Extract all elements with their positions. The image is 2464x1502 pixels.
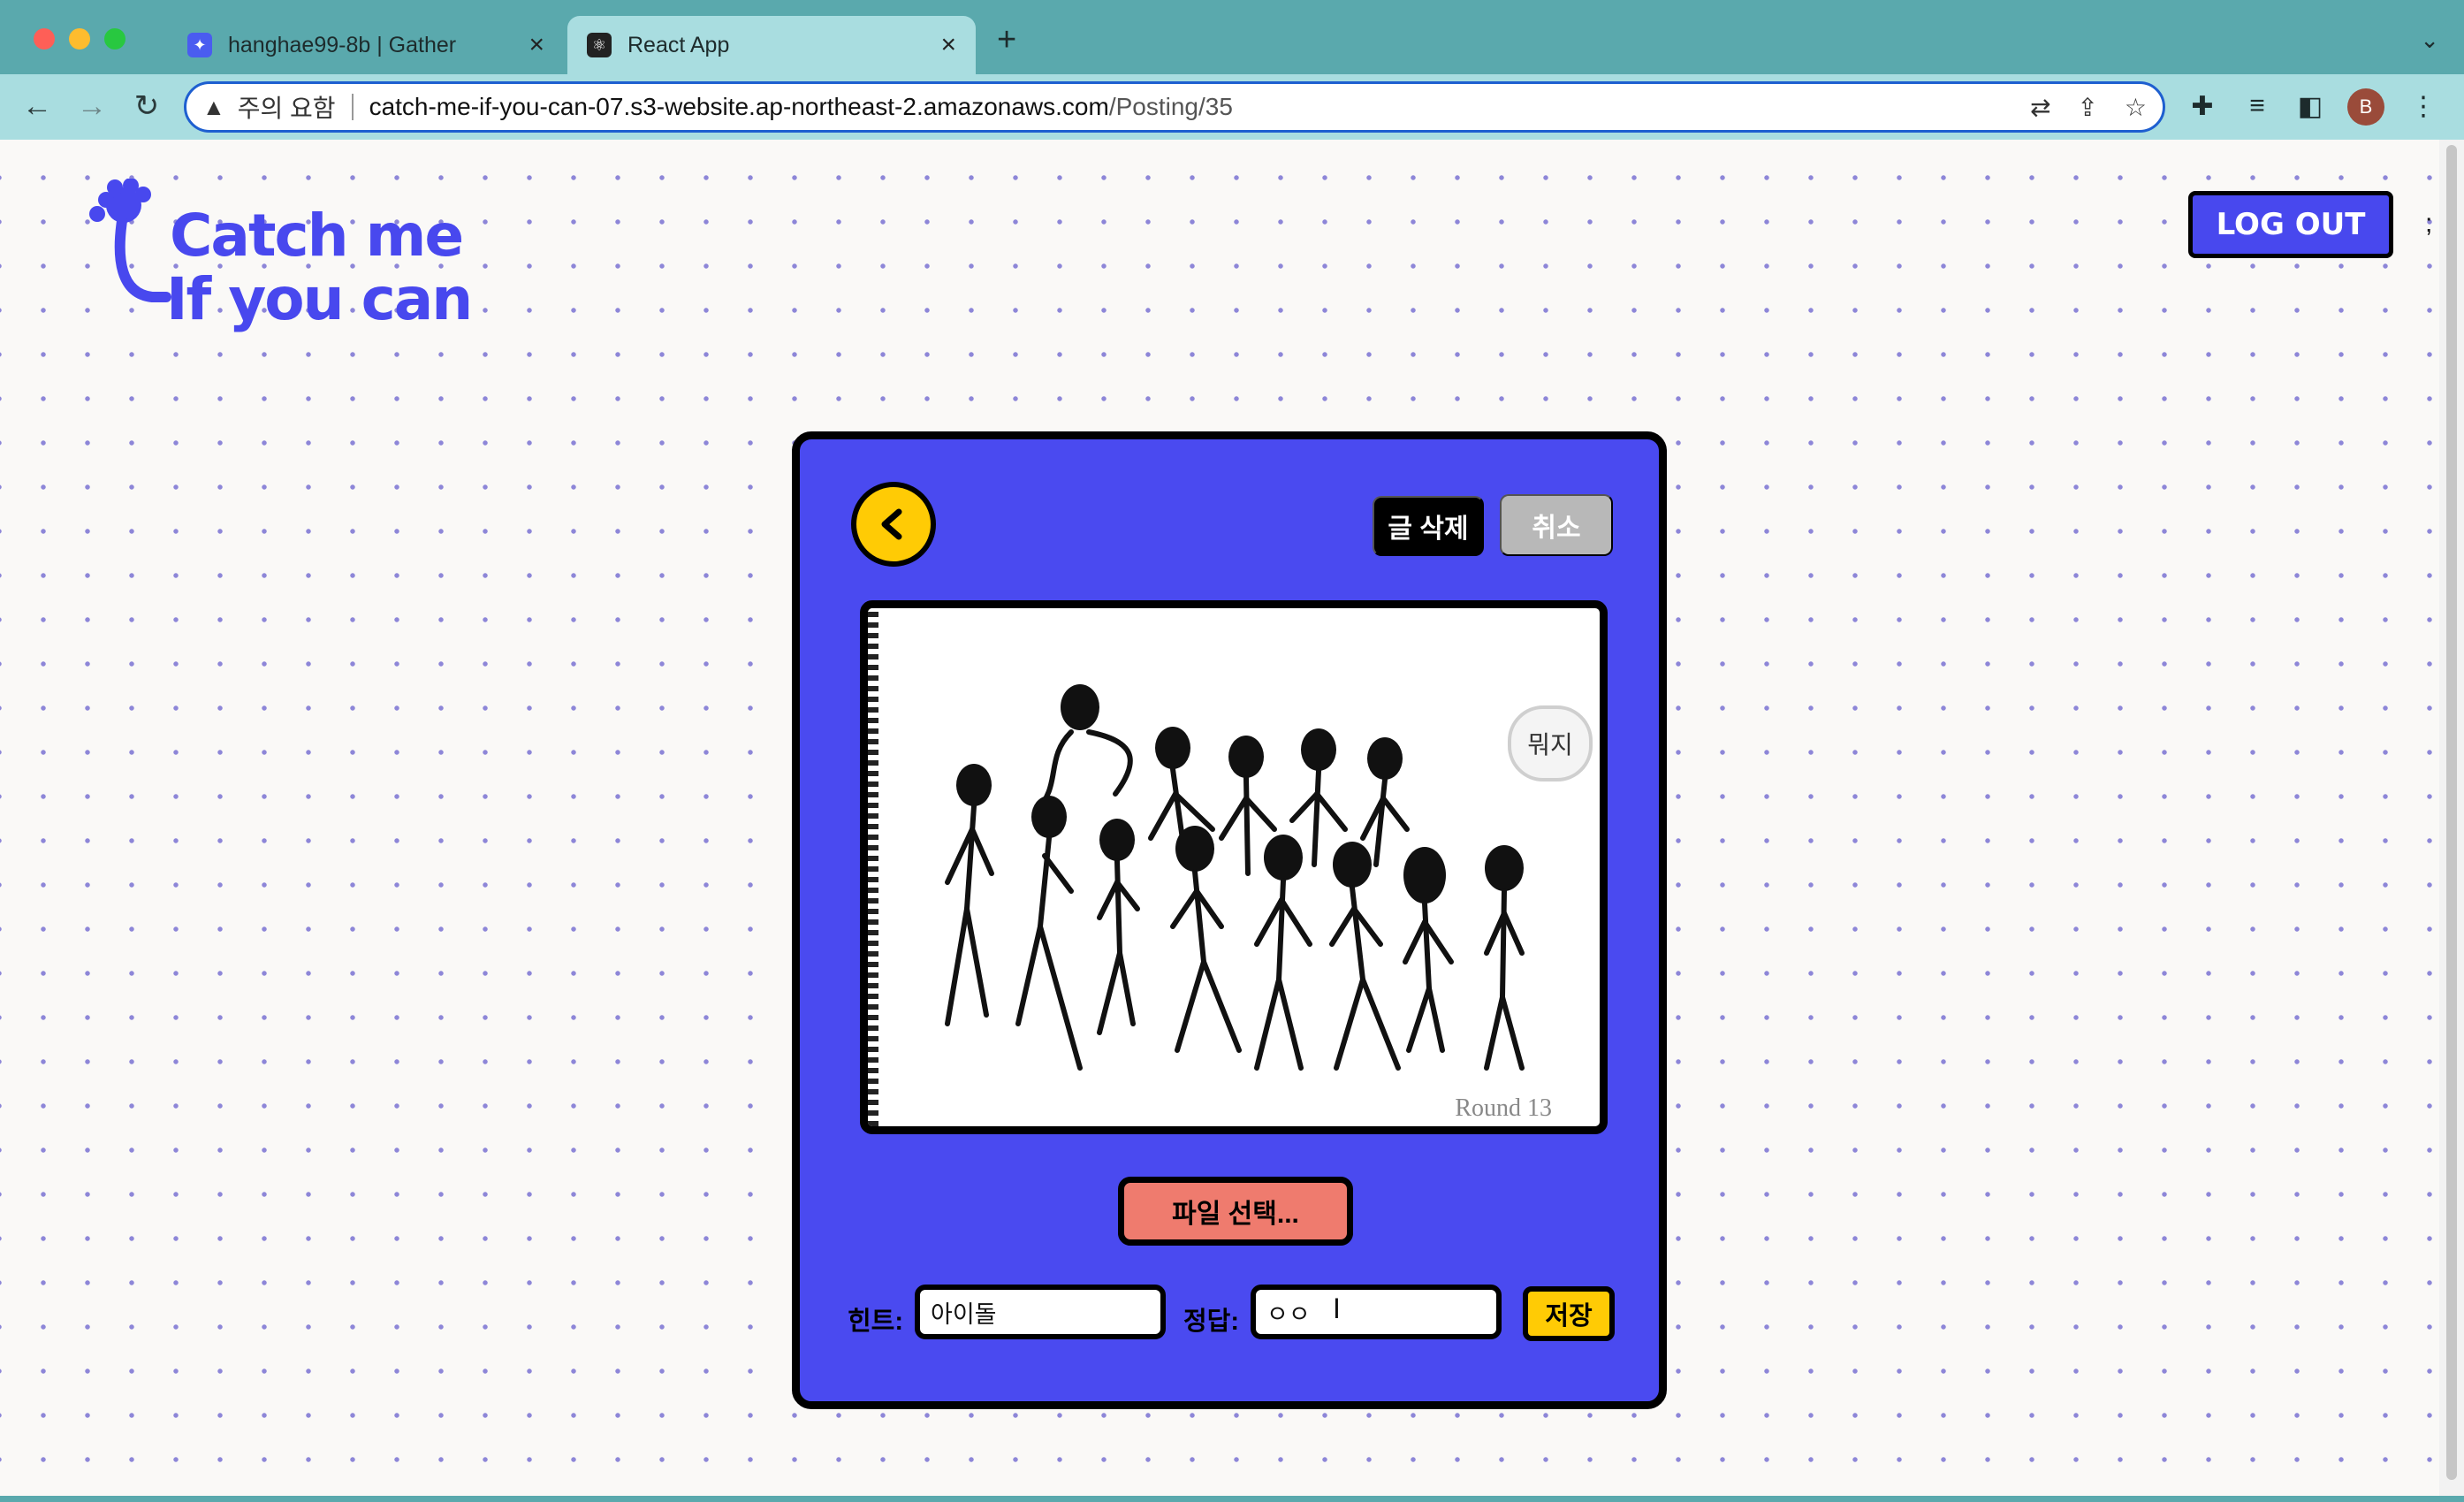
close-tab-icon[interactable]: ×: [529, 32, 544, 58]
security-warning-label[interactable]: 주의 요함: [238, 89, 336, 125]
choose-file-button[interactable]: 파일 선택...: [1118, 1177, 1353, 1246]
logo-line1: Catch me: [170, 202, 464, 270]
reload-icon[interactable]: ↻: [125, 85, 168, 127]
gather-icon: ✦: [187, 33, 212, 57]
share-icon[interactable]: ⇪: [2077, 93, 2097, 122]
url-path: /Posting/35: [1108, 93, 1233, 120]
hint-label: 힌트:: [848, 1308, 904, 1336]
tab-search-icon[interactable]: ⌄: [2420, 27, 2439, 54]
delete-post-button[interactable]: 글 삭제: [1373, 496, 1484, 556]
answer-input[interactable]: ㅇㅇ: [1251, 1285, 1502, 1339]
minimize-window-button[interactable]: [69, 28, 90, 50]
page-viewport: Catch me If you can LOG OUT ; 글 삭제 취소 뭐지…: [0, 140, 2439, 1496]
maximize-window-button[interactable]: [104, 28, 125, 50]
side-panel-icon[interactable]: ◧: [2289, 85, 2331, 127]
back-button[interactable]: [851, 482, 936, 567]
forward-icon[interactable]: →: [71, 85, 113, 127]
logo[interactable]: Catch me If you can: [81, 179, 523, 338]
overflow-char: ;: [2425, 209, 2433, 238]
warning-icon[interactable]: ▲: [202, 94, 225, 121]
media-controls-icon[interactable]: ≡: [2236, 85, 2278, 127]
browser-menu-icon[interactable]: ⋮: [2402, 85, 2445, 127]
bookmark-star-icon[interactable]: ☆: [2125, 93, 2147, 122]
text-cursor-icon: I: [1333, 1292, 1341, 1324]
logout-button[interactable]: LOG OUT: [2188, 191, 2393, 258]
page-scrollbar[interactable]: [2439, 140, 2464, 1496]
hint-input[interactable]: 아이돌: [915, 1285, 1166, 1339]
close-window-button[interactable]: [34, 28, 55, 50]
post-image: 뭐지 Round 13: [860, 600, 1608, 1134]
tab-react-app[interactable]: ⚛ React App ×: [567, 16, 976, 74]
tab-title: React App: [627, 32, 730, 57]
react-icon: ⚛: [587, 33, 612, 57]
back-icon[interactable]: ←: [16, 85, 58, 127]
scrollbar-thumb[interactable]: [2446, 145, 2457, 1480]
save-button[interactable]: 저장: [1523, 1286, 1615, 1341]
speech-bubble: 뭐지: [1508, 705, 1593, 781]
tab-gather[interactable]: ✦ hanghae99-8b | Gather ×: [168, 16, 564, 74]
cancel-button[interactable]: 취소: [1500, 494, 1613, 556]
round-caption: Round 13: [1455, 1094, 1552, 1122]
logo-line2: If you can: [166, 265, 473, 333]
url-host: catch-me-if-you-can-07.s3-website.ap-nor…: [369, 93, 1109, 120]
tab-title: hanghae99-8b | Gather: [228, 32, 457, 57]
extensions-icon[interactable]: ✚: [2181, 85, 2224, 127]
close-tab-icon[interactable]: ×: [940, 32, 956, 58]
post-edit-card: 글 삭제 취소 뭐지 Round 13 파일 선택... 힌트: 아이돌 정답:…: [792, 431, 1667, 1409]
stick-figures-drawing: [945, 684, 1525, 1071]
browser-toolbar: ← → ↻ ▲ 주의 요함 catch-me-if-you-can-07.s3-…: [0, 74, 2464, 140]
browser-tab-bar: ✦ hanghae99-8b | Gather × ⚛ React App × …: [0, 0, 2464, 74]
address-bar[interactable]: ▲ 주의 요함 catch-me-if-you-can-07.s3-websit…: [184, 81, 2165, 133]
divider: [351, 94, 354, 120]
profile-avatar[interactable]: B: [2347, 88, 2384, 126]
translate-icon[interactable]: ⇄: [2030, 93, 2050, 122]
answer-label: 정답:: [1183, 1308, 1240, 1336]
chevron-left-icon: [881, 508, 902, 540]
new-tab-button[interactable]: +: [997, 21, 1016, 59]
